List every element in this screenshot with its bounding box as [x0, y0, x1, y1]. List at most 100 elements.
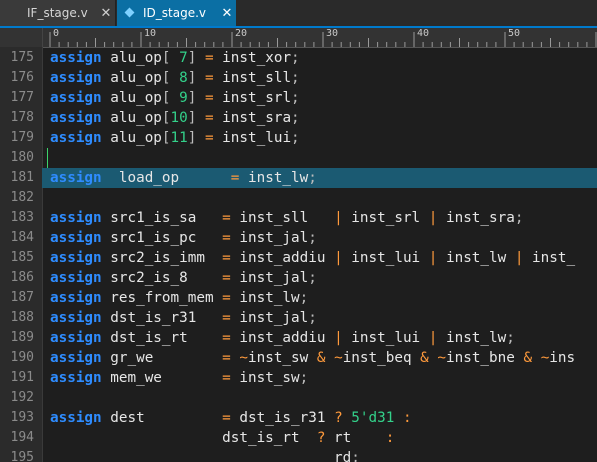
code-token: [: [161, 110, 171, 126]
code-token: res_from_mem: [101, 290, 223, 306]
code-token: ;: [299, 290, 309, 306]
code-token: inst_lw: [437, 250, 515, 266]
code-token: alu_op: [101, 70, 162, 86]
file-modified-icon: [124, 7, 135, 18]
code-token: inst_addiu: [230, 330, 335, 346]
code-token: ;: [308, 270, 317, 286]
code-line[interactable]: rd;: [50, 448, 360, 462]
code-token: [: [161, 50, 180, 66]
code-token: =: [204, 110, 214, 126]
code-token: assign: [50, 110, 102, 126]
code-token: =: [222, 230, 231, 246]
line-number: 175: [10, 50, 34, 65]
code-token: assign: [50, 230, 102, 246]
code-token: =: [204, 90, 214, 106]
code-line[interactable]: assign dst_is_r31 = inst_jal;: [50, 308, 317, 328]
code-line[interactable]: assign mem_we = inst_sw;: [50, 368, 308, 388]
code-line[interactable]: assign alu_op[ 8] = inst_sll;: [50, 68, 300, 88]
code-line[interactable]: assign src2_is_8 = inst_jal;: [50, 268, 317, 288]
code-line[interactable]: assign dest = dst_is_r31 ? 5'd31 :: [50, 408, 412, 428]
code-token: inst_jal: [230, 310, 309, 326]
code-token: inst_lui: [342, 250, 429, 266]
code-token: src1_is_sa: [101, 210, 223, 226]
line-number: 183: [10, 210, 34, 225]
close-icon[interactable]: ✕: [97, 6, 115, 21]
code-line[interactable]: assign alu_op[10] = inst_sra;: [50, 108, 300, 128]
code-token: ;: [351, 450, 360, 462]
line-number: 181: [10, 170, 34, 185]
code-line[interactable]: assign dst_is_rt = inst_addiu | inst_lui…: [50, 328, 515, 348]
close-icon[interactable]: ✕: [218, 6, 236, 21]
line-number: 182: [10, 190, 34, 205]
tab-if-stage-label: IF_stage.v: [27, 6, 88, 20]
code-token: src1_is_pc: [101, 230, 223, 246]
tab-if-stage[interactable]: IF_stage.v ✕: [0, 0, 116, 26]
code-token: dst_is_rt: [50, 430, 317, 446]
code-token: ~: [540, 350, 550, 366]
code-token: =: [222, 270, 231, 286]
line-number: 188: [10, 310, 34, 325]
code-token: ;: [291, 130, 300, 146]
code-token: inst_lui: [342, 330, 429, 346]
tab-id-stage[interactable]: ID_stage.v ✕: [117, 0, 236, 26]
code-line[interactable]: assign src2_is_imm = inst_addiu | inst_l…: [50, 248, 575, 268]
ruler-label: 40: [417, 28, 430, 39]
code-token: load_op: [101, 170, 231, 186]
ruler-label: 10: [144, 28, 157, 39]
ruler-label: 0: [53, 28, 60, 39]
line-number: 179: [10, 130, 34, 145]
code-token: assign: [50, 410, 102, 426]
code-token: mem_we: [101, 370, 223, 386]
ruler-label: 20: [235, 28, 248, 39]
code-token: alu_op: [101, 50, 162, 66]
text-cursor: [47, 148, 48, 168]
code-token: ;: [308, 230, 317, 246]
code-token: ~: [334, 350, 343, 366]
line-number: 193: [10, 410, 34, 425]
code-token: inst_lw: [230, 290, 300, 306]
code-token: assign: [50, 370, 102, 386]
code-token: [: [161, 70, 180, 86]
code-token: inst_sll: [230, 210, 335, 226]
code-token: inst_sra: [437, 210, 515, 226]
code-token: alu_op: [101, 90, 162, 106]
code-line[interactable]: assign alu_op[ 9] = inst_srl;: [50, 88, 300, 108]
code-line[interactable]: assign alu_op[ 7] = inst_xor;: [50, 48, 300, 68]
code-line[interactable]: assign src1_is_sa = inst_sll | inst_srl …: [50, 208, 523, 228]
code-line[interactable]: assign gr_we = ~inst_sw & ~inst_beq & ~i…: [50, 348, 575, 368]
code-token: |: [334, 250, 343, 266]
code-token: inst_addiu: [230, 250, 335, 266]
code-editor[interactable]: 175 assign alu_op[ 7] = inst_xor; 176 assig…: [0, 47, 597, 462]
line-number: 176: [10, 70, 34, 85]
code-token: src2_is_8: [101, 270, 223, 286]
code-token: assign: [50, 170, 102, 186]
code-token: assign: [50, 290, 102, 306]
code-token: &: [420, 350, 429, 366]
code-token: assign: [50, 350, 102, 366]
code-token: ;: [308, 170, 317, 186]
code-token: ;: [291, 70, 300, 86]
code-token: inst_beq: [342, 350, 421, 366]
code-token: inst_lw: [239, 170, 309, 186]
code-token: :: [385, 430, 395, 446]
code-token: inst_sw: [248, 350, 317, 366]
code-line[interactable]: assign res_from_mem = inst_lw;: [50, 288, 308, 308]
code-line[interactable]: dst_is_rt ? rt :: [50, 428, 394, 448]
code-line[interactable]: assign src1_is_pc = inst_jal;: [50, 228, 317, 248]
code-line[interactable]: assign alu_op[11] = inst_lui;: [50, 128, 300, 148]
code-token: assign: [50, 70, 102, 86]
code-token: assign: [50, 250, 102, 266]
code-token: =: [204, 50, 214, 66]
code-line[interactable]: assign load_op = inst_lw;: [50, 168, 317, 188]
code-token: assign: [50, 310, 102, 326]
line-number: 184: [10, 230, 34, 245]
code-token: ins: [549, 350, 576, 366]
code-token: assign: [50, 210, 102, 226]
line-number: 177: [10, 90, 34, 105]
code-token: inst_xor: [213, 50, 292, 66]
code-token: =: [222, 410, 231, 426]
code-token: ;: [291, 110, 300, 126]
